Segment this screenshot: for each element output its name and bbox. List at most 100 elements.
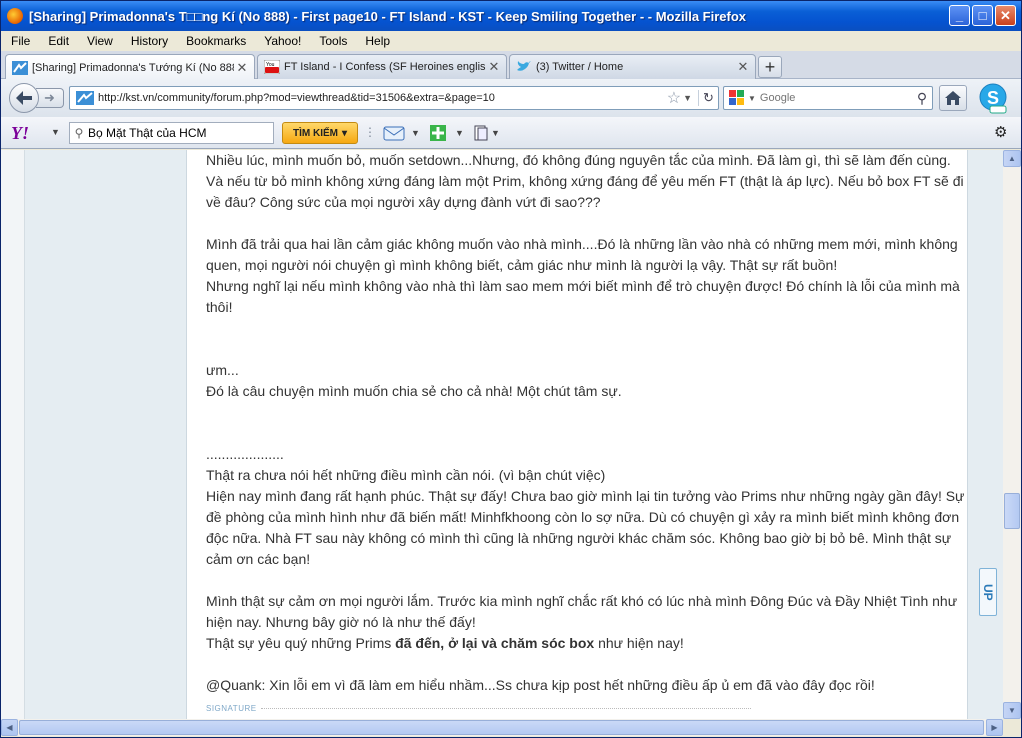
reload-icon[interactable]: ↻	[698, 90, 718, 106]
close-tab-icon[interactable]: ✕	[486, 59, 502, 75]
page-left-margin	[1, 150, 25, 719]
post-paragraph: Nhiều lúc, mình muốn bỏ, muốn setdown...…	[206, 152, 964, 210]
svg-text:S: S	[987, 88, 999, 108]
forward-arrow-icon: ➜	[44, 90, 55, 105]
yahoo-toolbar: Y! ▼ ⚲ TÌM KIẾM ▾ ⋮ ▼ ▼ ▼	[1, 117, 1021, 149]
menu-edit[interactable]: Edit	[38, 34, 77, 48]
menu-yahoo[interactable]: Yahoo!	[254, 34, 309, 48]
signature-divider: SIGNATURE	[206, 704, 751, 713]
navigation-toolbar: ➜ http://kst.vn/community/forum.php?mod=…	[1, 79, 1021, 117]
yahoo-search-button[interactable]: TÌM KIẾM ▾	[282, 122, 358, 144]
svg-text:You: You	[266, 62, 275, 68]
url-text[interactable]: http://kst.vn/community/forum.php?mod=vi…	[98, 92, 667, 104]
scroll-left-arrow-icon[interactable]: ◀	[1, 719, 18, 736]
search-input[interactable]	[759, 92, 912, 104]
firefox-window: [Sharing] Primadonna's T□□ng Kí (No 888)…	[0, 0, 1022, 738]
puzzle-icon[interactable]: ▼	[429, 123, 464, 143]
google-icon[interactable]	[728, 89, 746, 107]
menu-tools[interactable]: Tools	[309, 34, 355, 48]
scroll-to-top-button[interactable]: UP	[979, 568, 997, 616]
title-bar: [Sharing] Primadonna's T□□ng Kí (No 888)…	[1, 1, 1021, 31]
post-text: Thật sự yêu quý những Prims	[206, 635, 396, 651]
forum-post-body: Nhiều lúc, mình muốn bỏ, muốn setdown...…	[206, 150, 966, 696]
back-button[interactable]	[9, 83, 39, 113]
bookmark-star-icon[interactable]: ☆	[667, 88, 681, 108]
page-content: Nhiều lúc, mình muốn bỏ, muốn setdown...…	[1, 150, 1003, 719]
tab-label: FT Island - I Confess (SF Heroines engli…	[284, 61, 486, 73]
scroll-up-arrow-icon[interactable]: ▲	[1003, 150, 1021, 167]
post-paragraph: Hiện nay mình đang rất hạnh phúc. Thật s…	[206, 488, 965, 567]
vertical-scrollbar[interactable]: ▲ ▼	[1003, 150, 1021, 719]
kst-site-icon	[12, 60, 28, 76]
menu-bookmarks[interactable]: Bookmarks	[176, 34, 254, 48]
page-right-margin	[967, 150, 1003, 719]
chevron-down-icon[interactable]: ▼	[491, 128, 500, 138]
tab-kst-forum[interactable]: [Sharing] Primadonna's Tướng Kí (No 888.…	[5, 54, 255, 80]
horizontal-scrollbar[interactable]: ◀ ▶	[1, 719, 1003, 736]
firefox-icon[interactable]	[7, 8, 23, 24]
gear-icon[interactable]: ⚙	[994, 123, 1007, 141]
signature-line	[260, 708, 751, 709]
twitter-bird-icon	[516, 59, 532, 75]
post-bold-text: đã đến, ở lại và chăm sóc box	[395, 635, 595, 651]
tab-label: [Sharing] Primadonna's Tướng Kí (No 888.…	[32, 61, 234, 74]
skype-button[interactable]: S	[976, 82, 1010, 114]
search-icon: ⚲	[74, 126, 84, 140]
post-paragraph: Mình đã trải qua hai lần cảm giác không …	[206, 236, 958, 273]
yahoo-search-input[interactable]	[88, 126, 273, 140]
tab-youtube[interactable]: You FT Island - I Confess (SF Heroines e…	[257, 54, 507, 79]
signature-label: SIGNATURE	[206, 704, 257, 713]
scroll-down-arrow-icon[interactable]: ▼	[1003, 702, 1021, 719]
mail-icon[interactable]: ▼	[383, 123, 420, 143]
toolbar-grip-icon[interactable]: ⋮	[364, 125, 376, 141]
menu-bar: File Edit View History Bookmarks Yahoo! …	[1, 31, 1021, 51]
post-text: như hiện nay!	[594, 635, 684, 651]
post-paragraph: @Quank: Xin lỗi em vì đã làm em hiểu nhầ…	[206, 677, 875, 693]
yahoo-dropdown-icon[interactable]: ▼	[51, 127, 60, 137]
back-arrow-icon	[16, 91, 32, 105]
horizontal-scroll-thumb[interactable]	[19, 720, 984, 735]
chevron-down-icon: ▾	[341, 127, 348, 139]
chevron-down-icon[interactable]: ▼	[455, 128, 464, 138]
skype-icon: S	[979, 83, 1007, 114]
search-engine-dropdown-icon[interactable]: ▼	[748, 94, 756, 103]
minimize-button[interactable]: _	[949, 5, 970, 26]
close-button[interactable]: ✕	[995, 5, 1016, 26]
url-bar[interactable]: http://kst.vn/community/forum.php?mod=vi…	[69, 86, 719, 110]
url-history-dropdown-icon[interactable]: ▼	[683, 93, 692, 103]
close-tab-icon[interactable]: ✕	[234, 60, 250, 76]
new-tab-button[interactable]: +	[758, 56, 782, 78]
document-icon[interactable]: ▼	[473, 123, 500, 143]
search-bar[interactable]: ▼ ⚲	[723, 86, 933, 110]
maximize-button[interactable]: □	[972, 5, 993, 26]
kst-site-icon	[76, 90, 94, 106]
search-icon[interactable]: ⚲	[912, 90, 932, 107]
forward-button[interactable]: ➜	[36, 88, 64, 108]
youtube-icon: You	[264, 59, 280, 75]
post-paragraph: Nhưng nghĩ lại nếu mình không vào nhà th…	[206, 278, 960, 315]
yahoo-logo[interactable]: Y!	[11, 123, 29, 144]
vertical-scroll-thumb[interactable]	[1004, 493, 1020, 529]
tab-label: (3) Twitter / Home	[536, 61, 624, 73]
menu-file[interactable]: File	[1, 34, 38, 48]
scrollbar-corner	[1003, 719, 1021, 736]
window-title: [Sharing] Primadonna's T□□ng Kí (No 888)…	[29, 8, 747, 24]
post-paragraph: Thật ra chưa nói hết những điều mình cần…	[206, 467, 606, 483]
post-separator: ....................	[206, 446, 284, 462]
yahoo-search-box[interactable]: ⚲	[69, 122, 274, 144]
menu-history[interactable]: History	[121, 34, 176, 48]
post-paragraph: Mình thật sự cảm ơn mọi người lắm. Trước…	[206, 593, 958, 630]
scroll-right-arrow-icon[interactable]: ▶	[986, 719, 1003, 736]
menu-view[interactable]: View	[77, 34, 121, 48]
tab-twitter[interactable]: (3) Twitter / Home ✕	[509, 54, 756, 79]
tab-strip: [Sharing] Primadonna's Tướng Kí (No 888.…	[1, 51, 1021, 80]
menu-help[interactable]: Help	[355, 34, 398, 48]
chevron-down-icon[interactable]: ▼	[411, 128, 420, 138]
home-button[interactable]	[939, 85, 967, 111]
close-tab-icon[interactable]: ✕	[735, 59, 751, 75]
post-paragraph: ưm...	[206, 362, 239, 378]
yahoo-search-button-label: TÌM KIẾM	[292, 127, 338, 139]
post-paragraph: Thật sự yêu quý những Prims đã đến, ở lạ…	[206, 633, 966, 654]
home-icon	[945, 91, 961, 105]
post-author-column	[1, 150, 187, 719]
